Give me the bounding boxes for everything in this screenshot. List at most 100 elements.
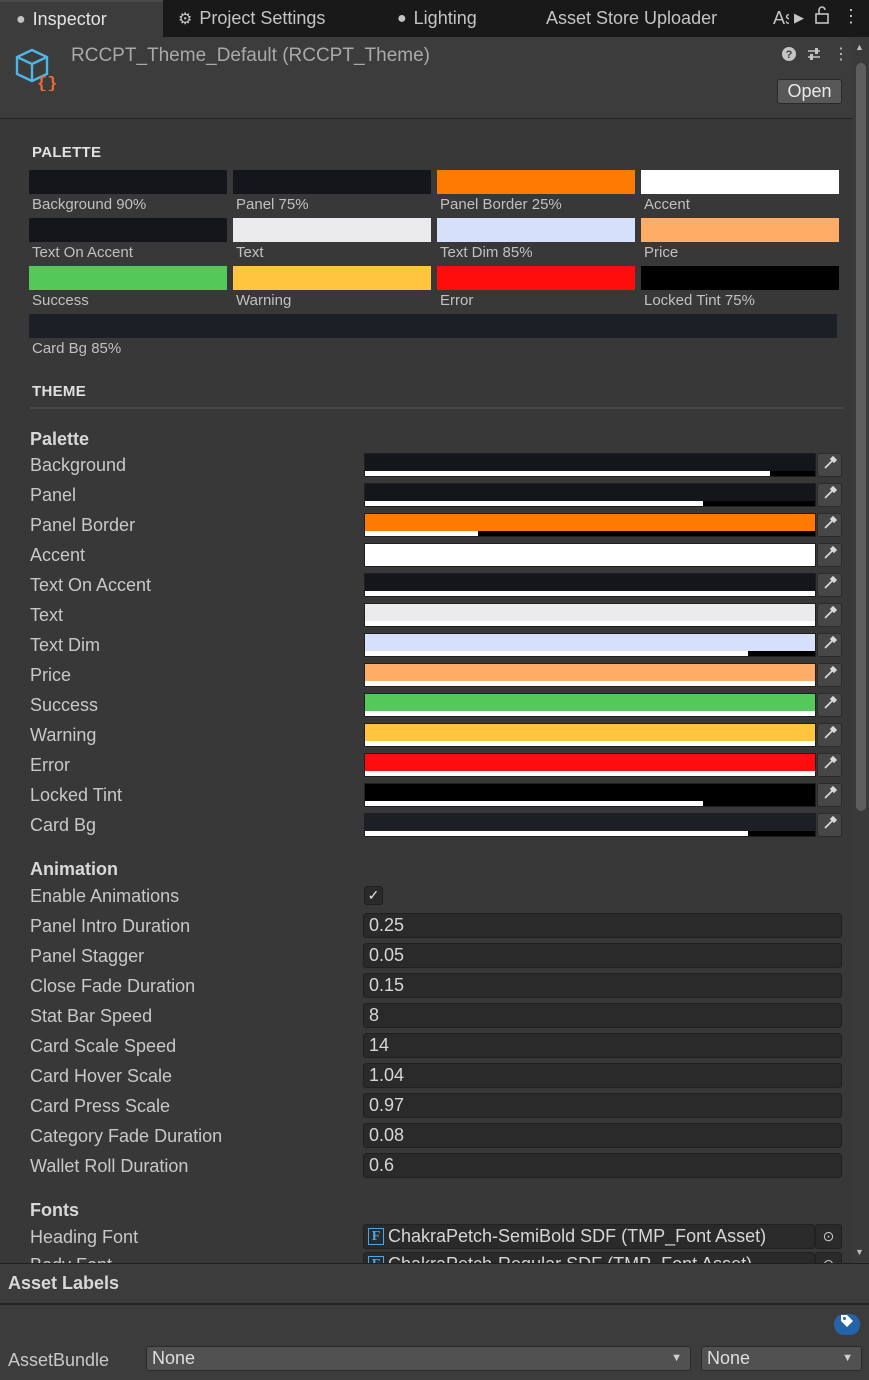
palette-swatch-label: Panel Border 25% <box>440 196 562 213</box>
eyedropper-icon[interactable] <box>817 603 842 627</box>
tab-truncated[interactable]: As <box>773 0 789 37</box>
palette-swatch-label: Background 90% <box>32 196 147 213</box>
palette-swatch-label: Error <box>440 292 474 309</box>
font-asset-icon: F <box>368 1228 384 1245</box>
enable-animations-checkbox[interactable]: ✓ <box>364 886 383 905</box>
alpha-track <box>365 621 815 626</box>
color-swatch <box>365 784 815 802</box>
number-field[interactable]: 0.15 <box>363 973 842 998</box>
number-field[interactable]: 0.08 <box>363 1123 842 1148</box>
eyedropper-icon[interactable] <box>817 543 842 567</box>
color-field[interactable] <box>364 723 816 747</box>
inspector-header: {} RCCPT_Theme_Default (RCCPT_Theme) ? ⋮… <box>0 37 853 119</box>
eyedropper-icon[interactable] <box>817 783 842 807</box>
number-field[interactable]: 0.97 <box>363 1093 842 1118</box>
color-field[interactable] <box>364 603 816 627</box>
number-field[interactable]: 14 <box>363 1033 842 1058</box>
eyedropper-icon[interactable] <box>817 753 842 777</box>
color-swatch <box>365 664 815 682</box>
palette-swatch-label: Locked Tint 75% <box>644 292 755 309</box>
color-field[interactable] <box>364 783 816 807</box>
tab-project-settings[interactable]: ⚙ Project Settings <box>178 0 368 37</box>
number-field[interactable]: 0.6 <box>363 1153 842 1178</box>
color-field[interactable] <box>364 453 816 477</box>
tab-menu-icon[interactable]: ⋮ <box>842 6 860 27</box>
color-property-label: Error <box>30 755 70 775</box>
footer-divider <box>0 1303 869 1305</box>
alpha-track <box>365 471 815 476</box>
color-field[interactable] <box>364 813 816 837</box>
assetbundle-name-dropdown[interactable]: None ▼ <box>146 1346 691 1371</box>
color-property-label: Text On Accent <box>30 575 152 595</box>
animation-group-header: Animation <box>30 859 118 879</box>
palette-swatch <box>437 218 635 242</box>
color-field[interactable] <box>364 693 816 717</box>
object-picker-icon[interactable]: ⊙ <box>815 1224 842 1249</box>
help-icon[interactable]: ? <box>781 46 797 67</box>
alpha-bar <box>365 771 815 776</box>
font-object-field[interactable]: F ChakraPetch-Regular SDF (TMP_Font Asset… <box>363 1252 815 1263</box>
dropdown-value: None <box>707 1348 751 1368</box>
animation-property-label: Card Hover Scale <box>30 1066 173 1086</box>
color-swatch <box>365 724 815 742</box>
eyedropper-icon[interactable] <box>817 633 842 657</box>
color-swatch <box>365 514 815 532</box>
eyedropper-icon[interactable] <box>817 663 842 687</box>
palette-swatch-label: Panel 75% <box>236 196 309 213</box>
tab-asset-store-uploader[interactable]: Asset Store Uploader <box>546 0 746 37</box>
color-field[interactable] <box>364 753 816 777</box>
context-menu-icon[interactable]: ⋮ <box>833 44 849 64</box>
scroll-down-icon[interactable]: ▼ <box>855 1247 864 1257</box>
eyedropper-icon[interactable] <box>817 483 842 507</box>
tab-inspector[interactable]: ● Inspector <box>0 0 163 37</box>
lock-icon[interactable] <box>815 6 829 29</box>
color-property-label: Text Dim <box>30 635 101 655</box>
tab-label: Lighting <box>413 8 477 28</box>
eyedropper-icon[interactable] <box>817 573 842 597</box>
assetbundle-variant-dropdown[interactable]: None ▼ <box>701 1346 862 1371</box>
color-property-label: Warning <box>30 725 97 745</box>
eyedropper-icon[interactable] <box>817 813 842 837</box>
color-swatch <box>365 604 815 622</box>
color-property-label: Price <box>30 665 72 685</box>
font-object-field[interactable]: F ChakraPetch-SemiBold SDF (TMP_Font Asse… <box>363 1224 815 1249</box>
open-button[interactable]: Open <box>777 79 842 104</box>
color-swatch <box>365 694 815 712</box>
color-field[interactable] <box>364 663 816 687</box>
alpha-bar <box>365 711 815 716</box>
number-field[interactable]: 0.25 <box>363 913 842 938</box>
alpha-track <box>365 501 815 506</box>
color-field[interactable] <box>364 633 816 657</box>
color-property-label: Text <box>30 605 64 625</box>
label-tag-icon[interactable] <box>834 1314 860 1335</box>
animation-property-label: Card Scale Speed <box>30 1036 177 1056</box>
alpha-track <box>365 831 815 836</box>
scriptable-object-icon: {} <box>15 47 61 96</box>
eyedropper-icon[interactable] <box>817 453 842 477</box>
scrollbar-thumb[interactable] <box>856 63 866 811</box>
number-field[interactable]: 1.04 <box>363 1063 842 1088</box>
color-field[interactable] <box>364 573 816 597</box>
number-field[interactable]: 8 <box>363 1003 842 1028</box>
tab-scroll-right-icon[interactable]: ▶ <box>794 10 804 26</box>
palette-swatch <box>641 170 839 194</box>
palette-swatch-label: Card Bg 85% <box>32 340 122 357</box>
animation-property-label: Wallet Roll Duration <box>30 1156 189 1176</box>
animation-property-label: Stat Bar Speed <box>30 1006 153 1026</box>
asset-title: RCCPT_Theme_Default (RCCPT_Theme) <box>71 45 430 66</box>
color-field[interactable] <box>364 513 816 537</box>
font-asset-name: ChakraPetch-SemiBold SDF (TMP_Font Asset… <box>388 1226 767 1246</box>
color-field[interactable] <box>364 483 816 507</box>
eyedropper-icon[interactable] <box>817 513 842 537</box>
eyedropper-icon[interactable] <box>817 693 842 717</box>
info-icon: ● <box>16 10 26 28</box>
number-field[interactable]: 0.05 <box>363 943 842 968</box>
tab-lighting[interactable]: ● Lighting <box>397 0 517 37</box>
preset-icon[interactable] <box>806 46 822 67</box>
color-field[interactable] <box>364 543 816 567</box>
font-property-label: Body Font <box>30 1255 112 1263</box>
animation-property-label: Panel Stagger <box>30 946 145 966</box>
object-picker-icon[interactable]: ⊙ <box>815 1252 842 1263</box>
eyedropper-icon[interactable] <box>817 723 842 747</box>
scroll-up-icon[interactable]: ▲ <box>855 42 864 52</box>
